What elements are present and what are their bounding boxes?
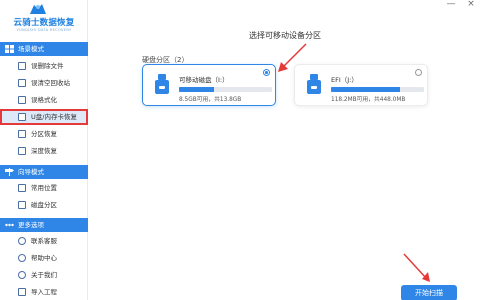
sidebar: 云骑士数据恢复 YUNQISHI DATA RECOVERY 场景模式 误删除文… xyxy=(0,0,88,300)
section-header-scene: 场景模式 xyxy=(0,42,88,56)
help-icon xyxy=(18,254,26,262)
file-icon xyxy=(18,62,26,70)
grid-icon xyxy=(5,45,14,53)
sidebar-item-import[interactable]: 导入工程 xyxy=(0,284,88,300)
section-header-label: 向导模式 xyxy=(18,168,44,176)
recycle-bin-icon xyxy=(18,79,26,87)
partition-capacity: 8.5GB可用，共13.8GB xyxy=(179,97,242,103)
sidebar-item-formatted[interactable]: 误格式化 xyxy=(0,92,88,108)
partition-capacity: 118.2MB可用，共448.0MB xyxy=(331,97,406,103)
annotation-arrow xyxy=(403,253,430,282)
sidebar-item-label: U盘/内存卡恢复 xyxy=(31,113,77,121)
sidebar-item-label: 误格式化 xyxy=(31,96,57,104)
app-logo: 云骑士数据恢复 YUNQISHI DATA RECOVERY xyxy=(0,0,88,38)
partition-name: 可移动磁盘（I:） xyxy=(179,76,229,84)
headset-icon xyxy=(18,237,26,245)
sidebar-item-label: 误清空回收站 xyxy=(31,79,70,87)
usb-drive-icon xyxy=(307,74,321,94)
usb-drive-icon xyxy=(18,113,26,121)
sidebar-item-common-locations[interactable]: 常用位置 xyxy=(0,180,88,196)
sidebar-item-partition[interactable]: 分区恢复 xyxy=(0,126,88,142)
usage-bar-fill xyxy=(331,87,400,92)
disk-icon xyxy=(18,201,26,209)
partition-card-efi[interactable]: EFI（J:） 118.2MB可用，共448.0MB xyxy=(294,64,428,106)
partition-name: EFI（J:） xyxy=(331,76,358,84)
close-button[interactable]: × xyxy=(464,0,478,10)
sidebar-item-label: 常用位置 xyxy=(31,184,57,192)
section-header-label: 更多选项 xyxy=(18,221,44,229)
radio-unselected[interactable] xyxy=(415,69,422,76)
sidebar-item-help[interactable]: 帮助中心 xyxy=(0,250,88,266)
section-header-wizard: 向导模式 xyxy=(0,165,88,179)
location-icon xyxy=(18,184,26,192)
sidebar-item-recycle-bin[interactable]: 误清空回收站 xyxy=(0,75,88,91)
info-icon xyxy=(18,271,26,279)
sidebar-item-deleted-files[interactable]: 误删除文件 xyxy=(0,58,88,74)
sidebar-item-contact[interactable]: 联系客服 xyxy=(0,233,88,249)
section-header-more: 更多选项 xyxy=(0,218,88,232)
sidebar-item-disk-partition[interactable]: 磁盘分区 xyxy=(0,197,88,213)
sidebar-item-label: 帮助中心 xyxy=(31,254,57,262)
partition-icon xyxy=(18,130,26,138)
start-scan-button[interactable]: 开始扫描 xyxy=(401,285,457,300)
sidebar-item-label: 导入工程 xyxy=(31,288,57,296)
signpost-icon xyxy=(5,168,14,176)
app-subtitle: YUNQISHI DATA RECOVERY xyxy=(16,28,72,32)
app-title: 云骑士数据恢复 xyxy=(13,18,75,28)
more-icon xyxy=(5,223,14,227)
sidebar-item-usb-card[interactable]: U盘/内存卡恢复 xyxy=(0,109,88,125)
sidebar-item-label: 误删除文件 xyxy=(31,62,64,70)
sidebar-item-label: 深度恢复 xyxy=(31,147,57,155)
usage-bar xyxy=(331,87,424,92)
sidebar-item-label: 联系客服 xyxy=(31,237,57,245)
radio-selected[interactable] xyxy=(263,69,270,76)
usb-drive-icon xyxy=(155,74,169,94)
app-window: — × 云骑士数据恢复 YUNQISHI DATA RECOVERY 场景模式 … xyxy=(0,0,480,300)
minimize-button[interactable]: — xyxy=(444,0,458,10)
sidebar-item-label: 分区恢复 xyxy=(31,130,57,138)
section-header-label: 场景模式 xyxy=(18,45,44,53)
page-title: 选择可移动设备分区 xyxy=(249,31,321,40)
sidebar-item-label: 关于我们 xyxy=(31,271,57,279)
import-icon xyxy=(18,288,26,296)
partition-card-removable[interactable]: 可移动磁盘（I:） 8.5GB可用，共13.8GB xyxy=(142,64,276,106)
usage-bar xyxy=(179,87,272,92)
sidebar-item-deep[interactable]: 深度恢复 xyxy=(0,143,88,159)
sidebar-item-about[interactable]: 关于我们 xyxy=(0,267,88,283)
sidebar-item-label: 磁盘分区 xyxy=(31,201,57,209)
format-icon xyxy=(18,96,26,104)
usage-bar-fill xyxy=(179,87,215,92)
knight-logo-icon xyxy=(30,4,46,14)
deep-scan-icon xyxy=(18,147,26,155)
